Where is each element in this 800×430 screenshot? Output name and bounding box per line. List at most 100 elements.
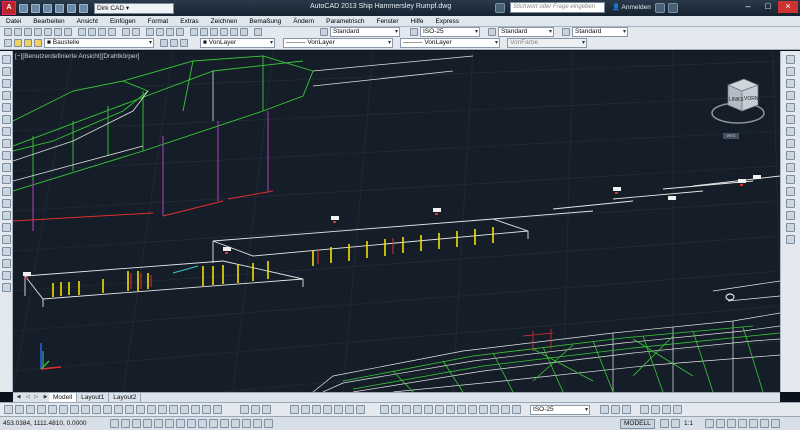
lock-ui-icon[interactable]: [738, 419, 747, 428]
layer-properties-icon[interactable]: [4, 39, 12, 47]
textstyle-select[interactable]: Standard ▾: [330, 27, 400, 37]
ucs-x-icon[interactable]: [479, 405, 488, 414]
ucs-apply-icon[interactable]: [512, 405, 521, 414]
ucs-view-icon[interactable]: [435, 405, 444, 414]
ucs-origin-icon[interactable]: [446, 405, 455, 414]
menu-extras[interactable]: Extras: [174, 18, 204, 25]
layer-state-icon[interactable]: [180, 39, 188, 47]
zoom-window-icon[interactable]: [166, 28, 174, 36]
app-menu-button[interactable]: A: [2, 1, 16, 15]
clean-screen-icon[interactable]: [673, 405, 682, 414]
dimension-jogged-icon[interactable]: [59, 405, 68, 414]
stretch-icon[interactable]: [786, 151, 795, 160]
workspace-select[interactable]: Dirk CAD ▾: [94, 2, 174, 14]
grid-display-icon[interactable]: [132, 419, 141, 428]
status-menu-icon[interactable]: [760, 419, 769, 428]
viewport-label[interactable]: [−][Benutzerdefinierte Ansicht][Drahtkör…: [15, 53, 139, 60]
exchange-icon[interactable]: [655, 3, 665, 13]
coordinate-display[interactable]: 453.0384, 1111.4810, 0.0000: [3, 420, 87, 427]
quick-view-drawings-icon[interactable]: [671, 419, 680, 428]
copy-object-icon[interactable]: [786, 67, 795, 76]
pan-icon[interactable]: [146, 28, 154, 36]
menu-einfuegen[interactable]: Einfügen: [104, 18, 142, 25]
annotation-scale[interactable]: 1:1: [684, 420, 693, 427]
linetype-select[interactable]: ——— VonLayer ▾: [283, 38, 393, 48]
paste-icon[interactable]: [98, 28, 106, 36]
tab-modell[interactable]: Modell: [49, 393, 78, 402]
ucs-tool-icon[interactable]: [380, 405, 389, 414]
center-mark-icon[interactable]: [158, 405, 167, 414]
search-icon[interactable]: [495, 3, 505, 13]
isolate-objects-icon[interactable]: [749, 419, 758, 428]
dimension-aligned-icon[interactable]: [15, 405, 24, 414]
tab-layout1[interactable]: Layout1: [77, 393, 110, 402]
selection-cycling-icon[interactable]: [253, 419, 262, 428]
move-icon[interactable]: [786, 115, 795, 124]
make-block-icon[interactable]: [2, 199, 11, 208]
line-icon[interactable]: [2, 55, 11, 64]
trim-icon[interactable]: [786, 163, 795, 172]
arc-icon[interactable]: [2, 115, 11, 124]
sun-icon[interactable]: [24, 39, 32, 47]
endpoint-snap-icon[interactable]: [290, 405, 299, 414]
menu-express[interactable]: Express: [430, 18, 465, 25]
tangent-snap-icon[interactable]: [345, 405, 354, 414]
workspace-icon[interactable]: [727, 419, 736, 428]
menu-fenster[interactable]: Fenster: [370, 18, 404, 25]
layer-select[interactable]: ■ Baustelle ▾: [44, 38, 154, 48]
help-icon[interactable]: [668, 3, 678, 13]
calculator-icon[interactable]: [240, 28, 248, 36]
make-current-icon[interactable]: [160, 39, 168, 47]
ucs-y-icon[interactable]: [490, 405, 499, 414]
transparency-icon[interactable]: [231, 419, 240, 428]
explode-icon[interactable]: [786, 235, 795, 244]
snap-mode-icon[interactable]: [121, 419, 130, 428]
dimension-text-edit-icon[interactable]: [202, 405, 211, 414]
fillet-icon[interactable]: [786, 223, 795, 232]
mtext-icon[interactable]: [2, 271, 11, 280]
ellipse-arc-icon[interactable]: [2, 175, 11, 184]
save-icon[interactable]: [43, 3, 52, 13]
dimension-diameter-icon[interactable]: [70, 405, 79, 414]
publish-icon[interactable]: [64, 28, 72, 36]
tolerance-icon[interactable]: [147, 405, 156, 414]
ucs-zaxis-icon[interactable]: [457, 405, 466, 414]
redo-toolbar-icon[interactable]: [132, 28, 140, 36]
ellipse-icon[interactable]: [2, 163, 11, 172]
dimension-break-icon[interactable]: [136, 405, 145, 414]
rotate-icon[interactable]: [786, 127, 795, 136]
lineweight-select[interactable]: ——— VonLayer ▾: [400, 38, 500, 48]
zoom-previous-icon[interactable]: [176, 28, 184, 36]
dimension-angular-icon[interactable]: [81, 405, 90, 414]
ortho-tool-icon[interactable]: [262, 405, 271, 414]
copy-icon[interactable]: [88, 28, 96, 36]
object-snap-icon[interactable]: [165, 419, 174, 428]
baseline-icon[interactable]: [103, 405, 112, 414]
annotation-visibility-icon[interactable]: [705, 419, 714, 428]
workspace-switch-icon[interactable]: [622, 405, 631, 414]
dimension-linear-icon[interactable]: [4, 405, 13, 414]
ucs-face-icon[interactable]: [413, 405, 422, 414]
object-snap-tracking-icon[interactable]: [187, 419, 196, 428]
intersection-snap-icon[interactable]: [312, 405, 321, 414]
gradient-icon[interactable]: [2, 235, 11, 244]
match-properties-icon[interactable]: [108, 28, 116, 36]
tablestyle-icon[interactable]: [488, 28, 496, 36]
rectangle-icon[interactable]: [2, 103, 11, 112]
lineweight-icon[interactable]: [220, 419, 229, 428]
help-toolbar-icon[interactable]: [254, 28, 262, 36]
dynamic-ucs-icon[interactable]: [198, 419, 207, 428]
array-icon[interactable]: [786, 103, 795, 112]
menu-bemassung[interactable]: Bemaßung: [243, 18, 287, 25]
ucs-z-icon[interactable]: [501, 405, 510, 414]
offset-icon[interactable]: [786, 91, 795, 100]
menu-parametrisch[interactable]: Parametrisch: [320, 18, 370, 25]
close-button[interactable]: ×: [778, 1, 798, 13]
mleaderstyle-select[interactable]: Standard ▾: [572, 27, 628, 37]
cut-icon[interactable]: [78, 28, 86, 36]
menu-zeichnen[interactable]: Zeichnen: [205, 18, 244, 25]
ucs-world-icon[interactable]: [391, 405, 400, 414]
3d-object-snap-icon[interactable]: [176, 419, 185, 428]
clean-screen-toggle-icon[interactable]: [771, 419, 780, 428]
hatch-icon[interactable]: [2, 223, 11, 232]
